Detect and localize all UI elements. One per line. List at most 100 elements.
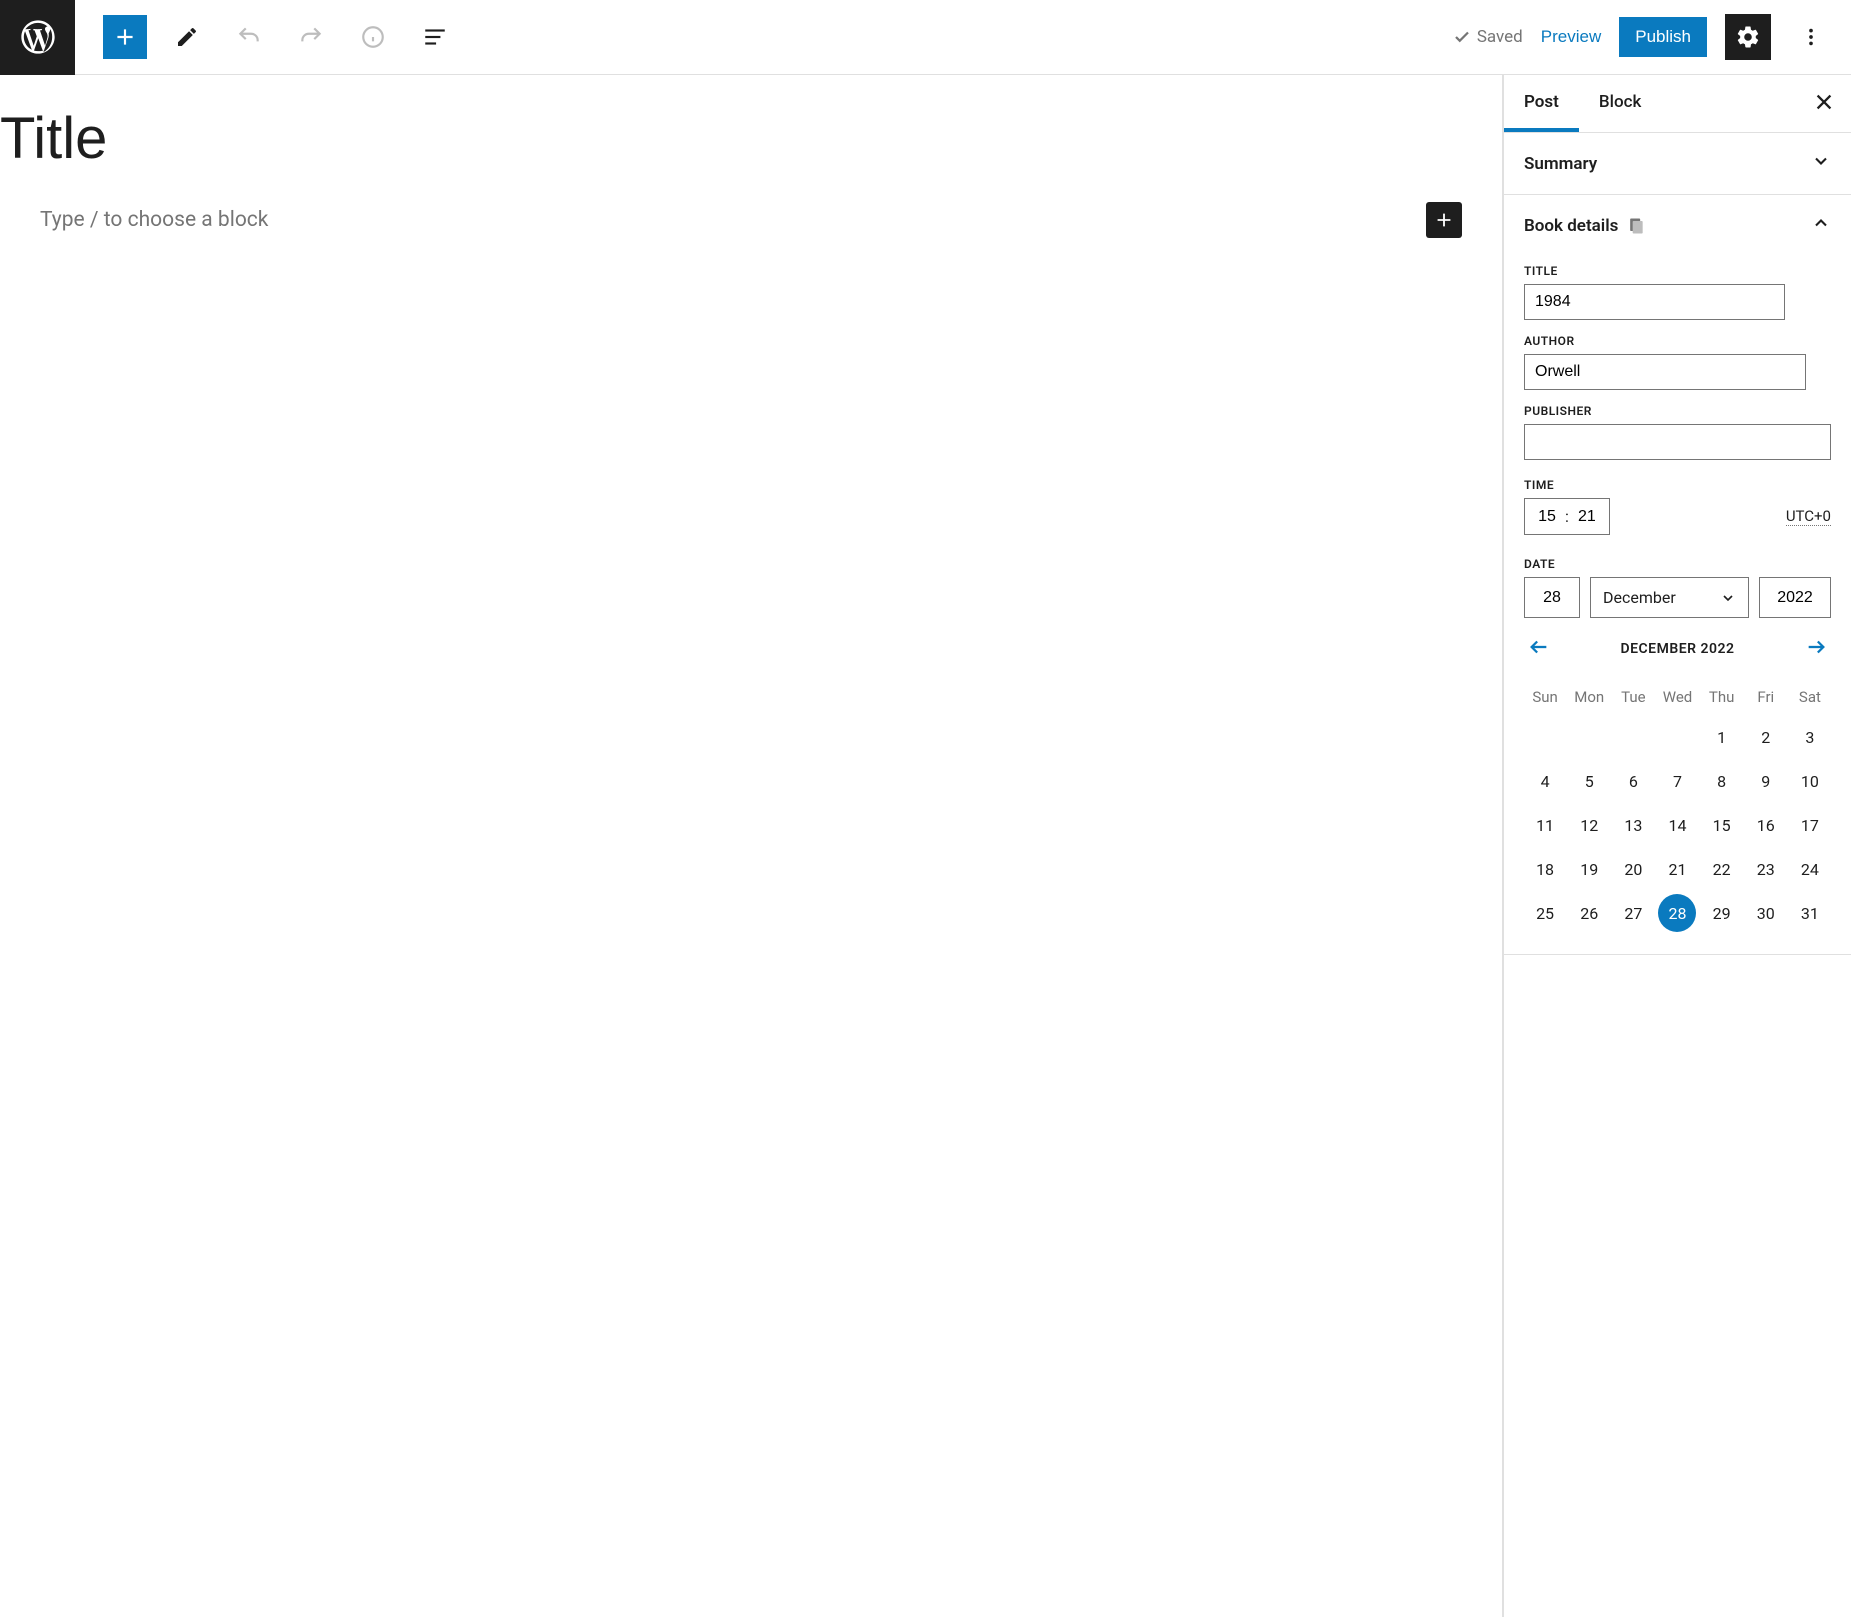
calendar-day[interactable]: 28 [1658, 894, 1696, 932]
preview-button[interactable]: Preview [1541, 27, 1601, 47]
calendar-day[interactable]: 6 [1614, 762, 1652, 800]
block-placeholder[interactable]: Type / to choose a block [40, 208, 1426, 232]
title-field-label: TITLE [1524, 264, 1831, 278]
calendar-header: DECEMBER 2022 [1524, 618, 1831, 680]
sidebar-tabs: Post Block [1504, 75, 1851, 133]
chevron-down-icon [1720, 590, 1736, 606]
calendar-day[interactable]: 7 [1658, 762, 1696, 800]
calendar-dow: Mon [1568, 680, 1610, 714]
edit-mode-button[interactable] [165, 15, 209, 59]
panel-summary-label: Summary [1524, 154, 1597, 174]
panel-book-details: Book details TITLE AUTHOR PUBLISHER TIME [1504, 195, 1851, 955]
calendar-day[interactable]: 15 [1703, 806, 1741, 844]
calendar-day[interactable]: 17 [1791, 806, 1829, 844]
calendar-prev-button[interactable] [1524, 632, 1554, 666]
calendar-day[interactable]: 23 [1747, 850, 1785, 888]
add-block-button[interactable] [1426, 202, 1462, 238]
title-field-input[interactable] [1524, 284, 1785, 320]
redo-button[interactable] [289, 15, 333, 59]
calendar-day[interactable]: 21 [1658, 850, 1696, 888]
calendar-day[interactable]: 3 [1791, 718, 1829, 756]
panel-book-details-body: TITLE AUTHOR PUBLISHER TIME : UTC+0 [1504, 264, 1851, 954]
time-minute-input[interactable] [1575, 508, 1599, 526]
calendar-day[interactable]: 27 [1614, 894, 1652, 932]
calendar-day[interactable]: 10 [1791, 762, 1829, 800]
publisher-field-label: PUBLISHER [1524, 404, 1831, 418]
saved-label: Saved [1477, 27, 1523, 47]
date-year-input[interactable] [1759, 577, 1831, 618]
date-field-label: DATE [1524, 557, 1831, 571]
calendar-day[interactable]: 22 [1703, 850, 1741, 888]
details-button[interactable] [351, 15, 395, 59]
panel-summary-header[interactable]: Summary [1504, 133, 1851, 194]
toolbar-left [75, 15, 457, 59]
book-icon [1626, 216, 1646, 236]
calendar-dow: Tue [1612, 680, 1654, 714]
calendar-dow: Fri [1745, 680, 1787, 714]
calendar-day[interactable]: 30 [1747, 894, 1785, 932]
calendar-day[interactable]: 5 [1570, 762, 1608, 800]
calendar-day[interactable]: 14 [1658, 806, 1696, 844]
post-title-input[interactable] [0, 105, 1502, 172]
calendar-empty-cell [1658, 718, 1696, 756]
date-month-value: December [1603, 588, 1676, 607]
calendar-day[interactable]: 16 [1747, 806, 1785, 844]
calendar-day[interactable]: 26 [1570, 894, 1608, 932]
calendar-empty-cell [1614, 718, 1652, 756]
publisher-field-input[interactable] [1524, 424, 1831, 460]
calendar-day[interactable]: 4 [1526, 762, 1564, 800]
main-layout: Type / to choose a block Post Block Summ… [0, 75, 1851, 1617]
block-inserter-button[interactable] [103, 15, 147, 59]
calendar-day[interactable]: 18 [1526, 850, 1564, 888]
calendar-next-button[interactable] [1801, 632, 1831, 666]
publish-button[interactable]: Publish [1619, 17, 1707, 57]
top-toolbar: Saved Preview Publish [0, 0, 1851, 75]
date-month-select[interactable]: December [1590, 577, 1749, 618]
author-field-label: AUTHOR [1524, 334, 1831, 348]
tab-post[interactable]: Post [1504, 75, 1579, 132]
time-separator: : [1565, 507, 1569, 526]
calendar-dow: Wed [1656, 680, 1698, 714]
calendar-day[interactable]: 25 [1526, 894, 1564, 932]
calendar-dow: Thu [1701, 680, 1743, 714]
calendar-day[interactable]: 24 [1791, 850, 1829, 888]
tab-block[interactable]: Block [1579, 75, 1661, 132]
settings-sidebar: Post Block Summary Book details [1503, 75, 1851, 1617]
list-view-button[interactable] [413, 15, 457, 59]
options-button[interactable] [1789, 15, 1833, 59]
calendar-day[interactable]: 31 [1791, 894, 1829, 932]
date-day-input[interactable] [1524, 577, 1580, 618]
timezone-link[interactable]: UTC+0 [1786, 507, 1831, 526]
time-field-label: TIME [1524, 478, 1831, 492]
calendar-day[interactable]: 11 [1526, 806, 1564, 844]
calendar-grid: SunMonTueWedThuFriSat1234567891011121314… [1524, 680, 1831, 934]
saved-indicator: Saved [1453, 27, 1523, 47]
calendar-title: DECEMBER 2022 [1621, 641, 1735, 657]
chevron-up-icon [1811, 213, 1831, 238]
close-sidebar-button[interactable] [1813, 91, 1835, 117]
wordpress-logo[interactable] [0, 0, 75, 75]
calendar-dow: Sat [1789, 680, 1831, 714]
panel-summary: Summary [1504, 133, 1851, 195]
undo-button[interactable] [227, 15, 271, 59]
calendar-day[interactable]: 29 [1703, 894, 1741, 932]
chevron-down-icon [1811, 151, 1831, 176]
calendar-empty-cell [1526, 718, 1564, 756]
calendar-day[interactable]: 2 [1747, 718, 1785, 756]
toolbar-right: Saved Preview Publish [1453, 14, 1851, 60]
editor-canvas: Type / to choose a block [0, 75, 1503, 1617]
calendar-day[interactable]: 13 [1614, 806, 1652, 844]
author-field-input[interactable] [1524, 354, 1806, 390]
calendar-day[interactable]: 8 [1703, 762, 1741, 800]
settings-button[interactable] [1725, 14, 1771, 60]
panel-book-details-header[interactable]: Book details [1504, 195, 1851, 256]
time-input-group: : [1524, 498, 1610, 535]
time-hour-input[interactable] [1535, 508, 1559, 526]
calendar-day[interactable]: 19 [1570, 850, 1608, 888]
calendar-dow: Sun [1524, 680, 1566, 714]
calendar-day[interactable]: 20 [1614, 850, 1652, 888]
panel-book-details-label: Book details [1524, 216, 1618, 236]
calendar-day[interactable]: 12 [1570, 806, 1608, 844]
calendar-day[interactable]: 1 [1703, 718, 1741, 756]
calendar-day[interactable]: 9 [1747, 762, 1785, 800]
